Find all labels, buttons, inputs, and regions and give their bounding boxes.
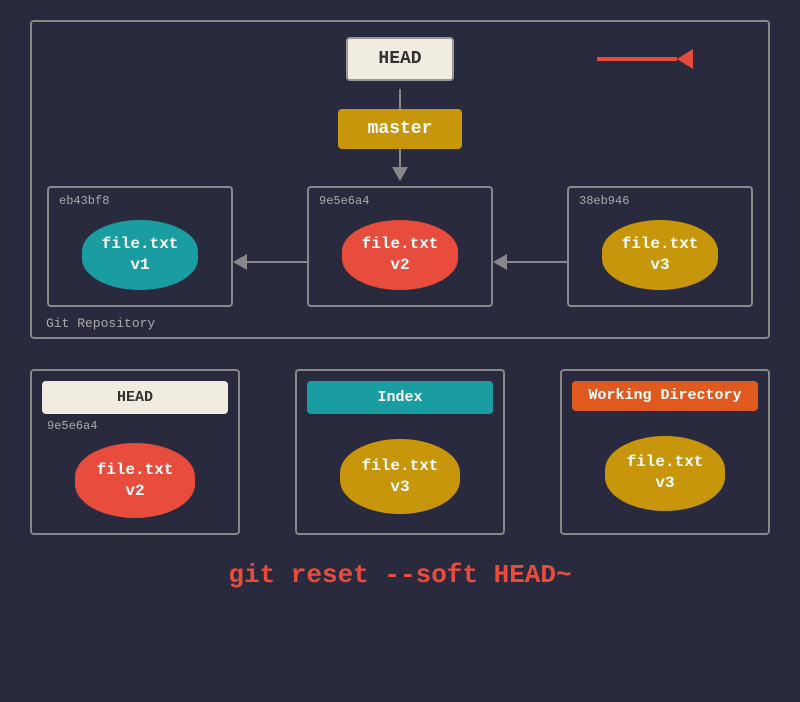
area-head-file: file.txt <box>97 460 174 481</box>
commit-version-1: v2 <box>390 255 409 276</box>
commit-box-0: eb43bf8 file.txt v1 <box>47 186 233 307</box>
arrow-left-icon-2 <box>493 254 567 270</box>
v-line <box>399 149 401 167</box>
commit-box-1: 9e5e6a4 file.txt v2 <box>307 186 493 307</box>
commit-file-0: file.txt <box>102 234 179 255</box>
commit-file-1: file.txt <box>362 234 439 255</box>
commit-id-2: 38eb946 <box>579 194 629 208</box>
git-repo-section: HEAD master eb43bf8 file.txt v1 <box>30 20 770 339</box>
command-line: git reset --soft HEAD~ <box>228 560 571 590</box>
arrow-line-h <box>247 261 307 263</box>
arrowhead-left-2 <box>493 254 507 270</box>
commit-box-2: 38eb946 file.txt v3 <box>567 186 753 307</box>
area-working-dir-file: file.txt <box>627 452 704 473</box>
commits-container: eb43bf8 file.txt v1 9e5e6a4 file.txt v2 <box>47 186 753 307</box>
commit-blob-2: file.txt v3 <box>602 220 719 290</box>
down-arrow-head <box>392 167 408 181</box>
master-box: master <box>338 109 463 149</box>
area-head-commit-id: 9e5e6a4 <box>47 419 97 433</box>
area-working-dir: Working Directory file.txt v3 <box>560 369 770 535</box>
red-arrow-line <box>597 57 677 61</box>
arrow-1-to-0 <box>233 254 307 270</box>
area-head-blob: file.txt v2 <box>75 443 195 518</box>
area-index-header: Index <box>307 381 493 414</box>
red-arrow <box>597 49 693 69</box>
commit-id-0: eb43bf8 <box>59 194 109 208</box>
area-index: Index file.txt v3 <box>295 369 505 535</box>
arrowhead-left <box>233 254 247 270</box>
area-working-dir-version: v3 <box>655 473 674 494</box>
bottom-section: HEAD 9e5e6a4 file.txt v2 Index file.txt … <box>30 369 770 535</box>
head-box: HEAD <box>346 37 453 81</box>
area-working-dir-header-text: Working Directory <box>588 387 741 404</box>
area-head-header: HEAD <box>42 381 228 414</box>
area-index-version: v3 <box>390 477 409 498</box>
arrow-line-h-2 <box>507 261 567 263</box>
arrow-2-to-1 <box>493 254 567 270</box>
head-container: HEAD <box>47 37 753 81</box>
commit-version-2: v3 <box>650 255 669 276</box>
area-working-dir-blob: file.txt v3 <box>605 436 725 511</box>
git-repo-label: Git Repository <box>46 316 155 331</box>
master-to-commit-connector <box>392 149 408 181</box>
area-working-dir-header: Working Directory <box>572 381 758 411</box>
commit-version-0: v1 <box>130 255 149 276</box>
area-index-blob: file.txt v3 <box>340 439 460 514</box>
commit-id-1: 9e5e6a4 <box>319 194 369 208</box>
area-head: HEAD 9e5e6a4 file.txt v2 <box>30 369 240 535</box>
area-index-file: file.txt <box>362 456 439 477</box>
arrow-left-icon <box>233 254 307 270</box>
red-arrow-head <box>677 49 693 69</box>
commit-file-2: file.txt <box>622 234 699 255</box>
master-wrapper: master <box>47 109 753 149</box>
head-to-master-connector <box>399 89 401 109</box>
commit-blob-1: file.txt v2 <box>342 220 459 290</box>
commit-blob-0: file.txt v1 <box>82 220 199 290</box>
area-head-version: v2 <box>125 481 144 502</box>
